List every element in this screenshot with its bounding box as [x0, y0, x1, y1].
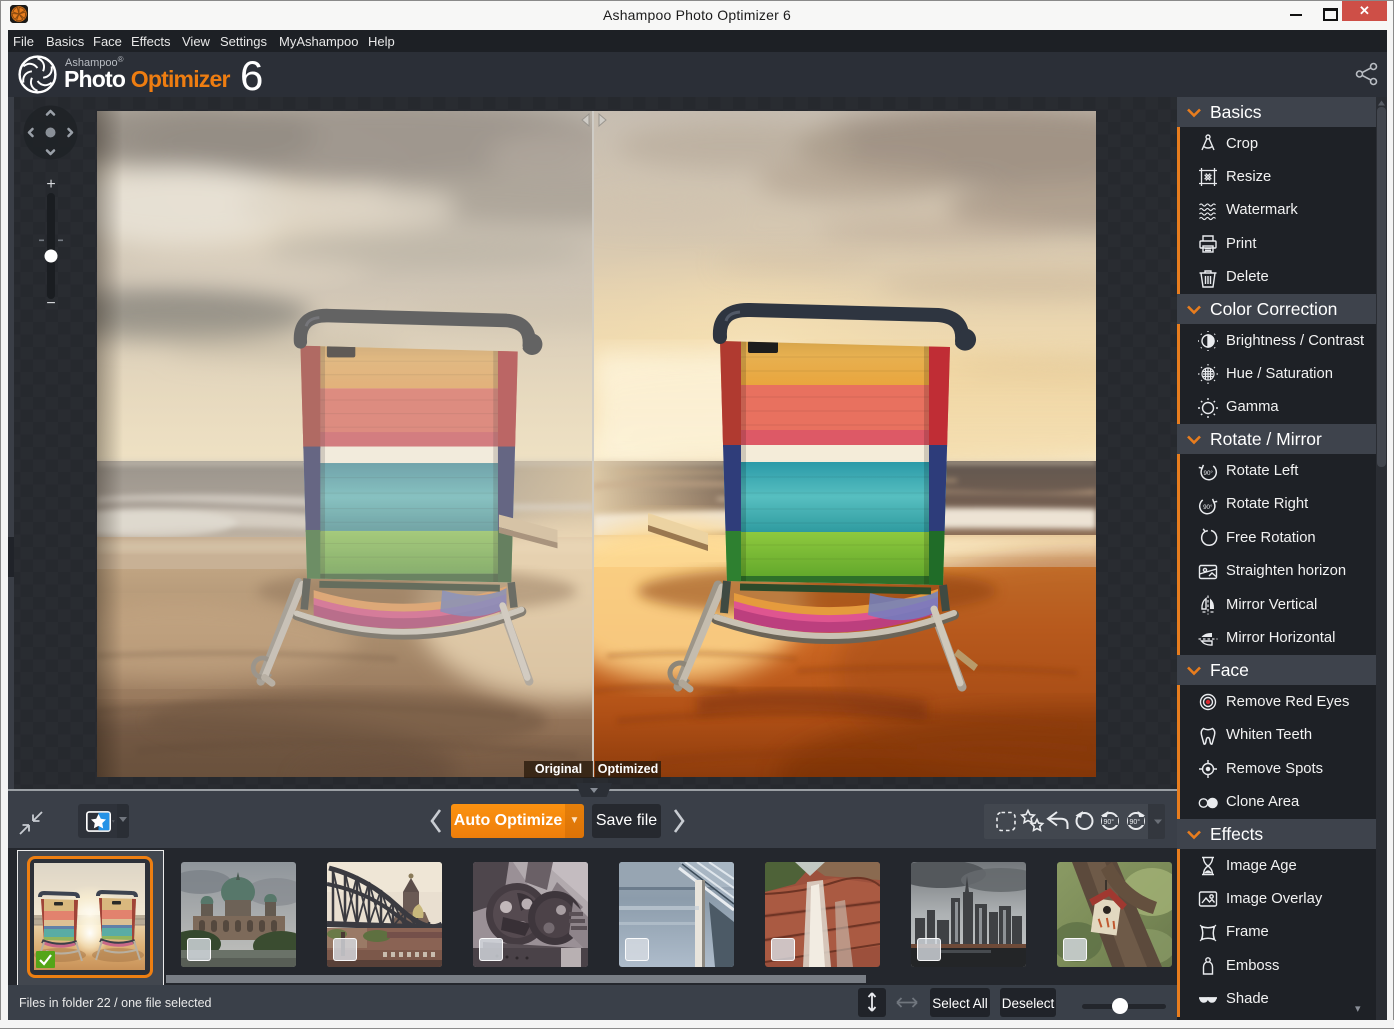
- svg-text:90°: 90°: [1204, 470, 1214, 477]
- svg-text:−: −: [46, 295, 55, 310]
- svg-text:90°: 90°: [1130, 818, 1141, 826]
- svg-text:90°: 90°: [1104, 818, 1115, 826]
- svg-text:+: +: [46, 176, 55, 193]
- svg-text:90°: 90°: [1203, 504, 1213, 511]
